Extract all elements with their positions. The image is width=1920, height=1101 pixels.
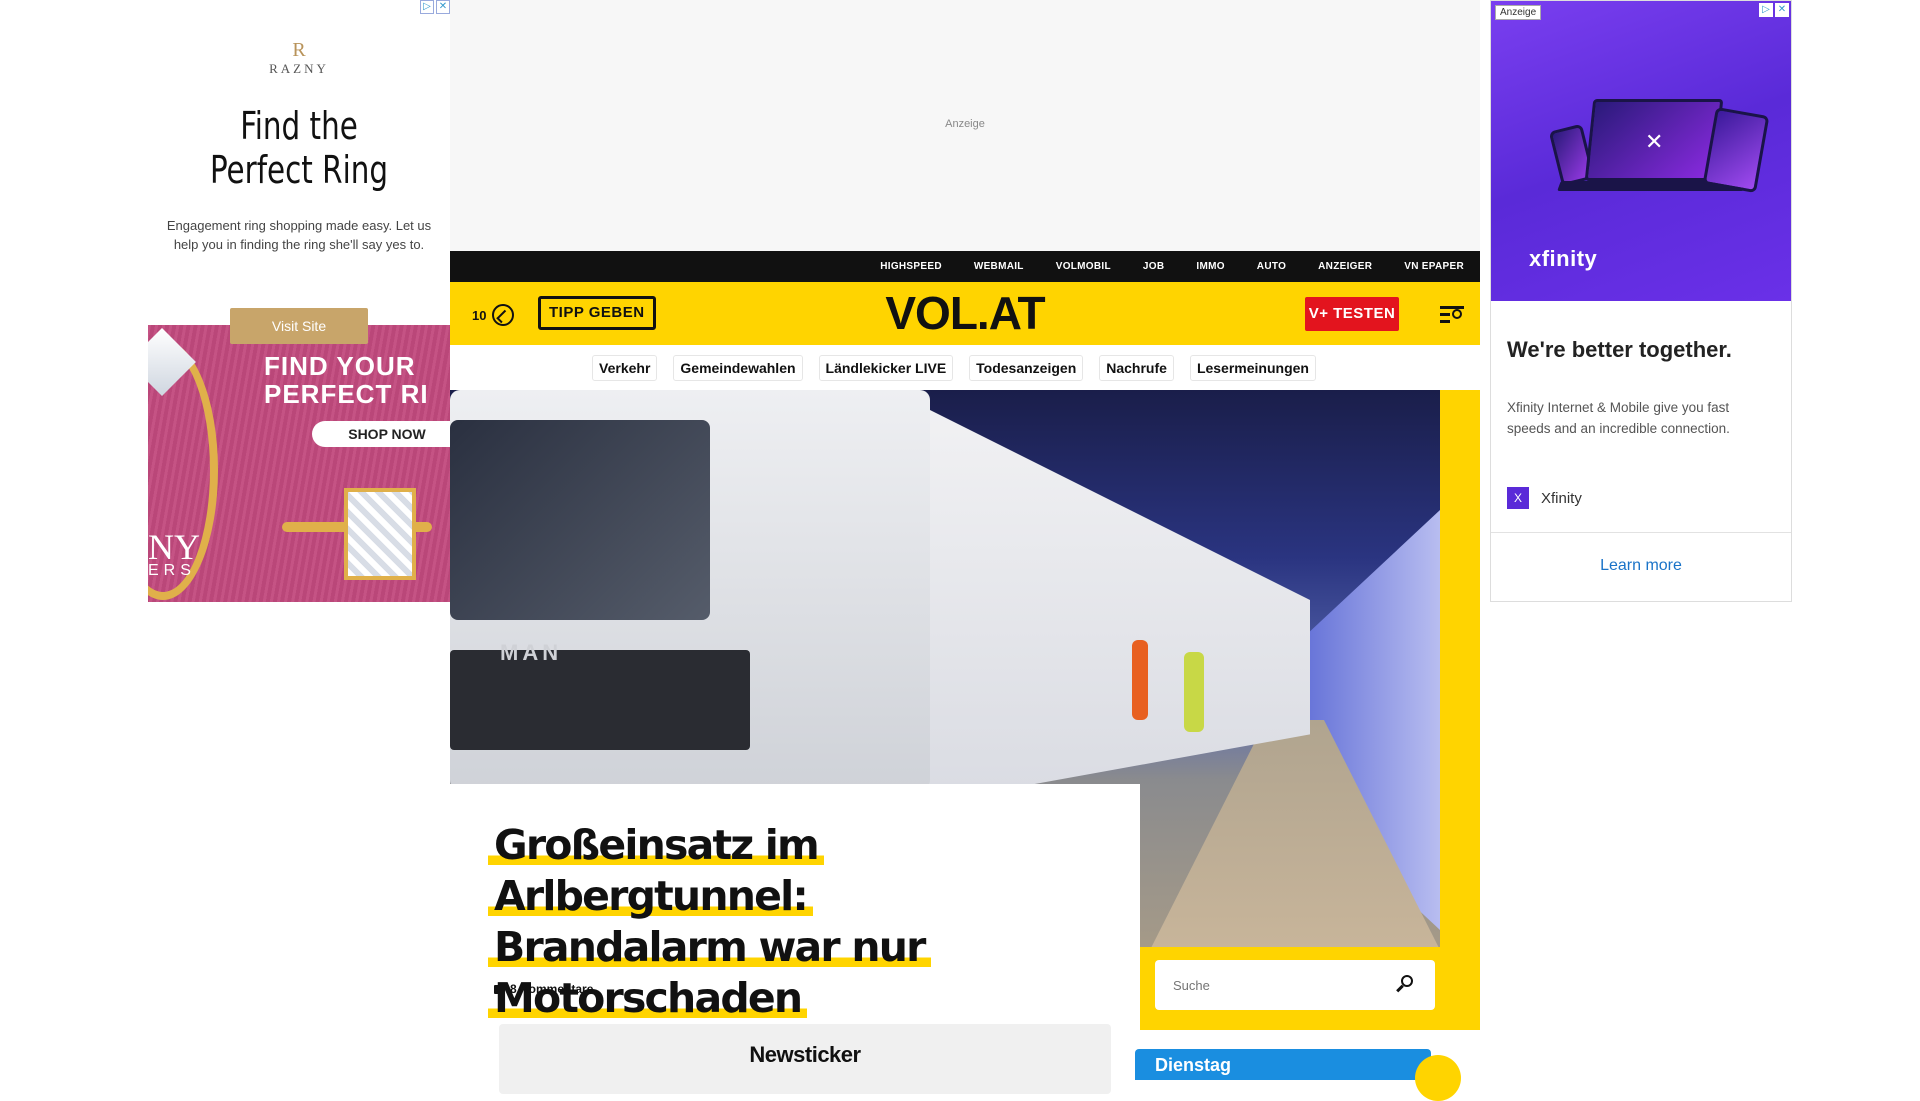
day-label: Dienstag [1155, 1055, 1232, 1075]
search-glyph [1452, 309, 1462, 319]
advertiser-row[interactable]: X Xfinity [1507, 487, 1582, 509]
site-header: 10 TIPP GEBEN VOL.AT V+ TESTEN [450, 282, 1480, 345]
util-link-volmobil[interactable]: VOLMOBIL [1056, 261, 1111, 272]
topic-todesanzeigen[interactable]: Todesanzeigen [969, 354, 1084, 381]
tipp-geben-button[interactable]: TIPP GEBEN [538, 296, 656, 330]
comments-count: 8 Kommentare [510, 982, 594, 996]
ad-choices[interactable]: ▷ ✕ [1759, 3, 1789, 17]
ad-label: Anzeige [945, 118, 985, 130]
close-icon[interactable]: ✕ [436, 0, 450, 14]
topic-nav: Verkehr Gemeindewahlen Ländlekicker LIVE… [450, 345, 1480, 390]
sun-icon [1415, 1055, 1461, 1101]
util-link-highspeed[interactable]: HIGHSPEED [880, 261, 942, 272]
ad-tagline: We're better together. [1507, 337, 1732, 362]
utility-nav: HIGHSPEED WEBMAIL VOLMOBIL JOB IMMO AUTO… [450, 251, 1480, 282]
weather-icon [492, 304, 515, 326]
ad-divider [1491, 532, 1791, 533]
left-ad-banner[interactable]: ▷ ✕ R RAZNY Find the Perfect Ring Engage… [148, 0, 450, 602]
menu-line [1440, 320, 1450, 323]
logo-monogram: R [292, 39, 306, 61]
topic-nachrufe[interactable]: Nachrufe [1099, 354, 1174, 381]
topic-laendlekicker-live[interactable]: Ländlekicker LIVE [818, 354, 954, 381]
adchoices-icon[interactable]: ▷ [420, 0, 434, 14]
title-line-1: Großeinsatz im Arlbergtunnel: [488, 821, 824, 920]
ad-tag: Anzeige [1495, 5, 1542, 20]
weather-widget[interactable]: 10 [472, 304, 515, 326]
topic-verkehr[interactable]: Verkehr [592, 354, 658, 381]
truck-grille [450, 650, 750, 750]
visit-site-button[interactable]: Visit Site [230, 308, 368, 344]
diamond-ring-image [344, 488, 416, 580]
search-icon[interactable] [1395, 975, 1415, 995]
police-figure [1184, 652, 1204, 732]
vplus-testen-button[interactable]: V+ TESTEN [1305, 297, 1399, 331]
newsticker-heading: Newsticker [499, 1024, 1111, 1094]
learn-more-button[interactable]: Learn more [1491, 557, 1791, 575]
search-input[interactable] [1155, 960, 1385, 1010]
comments-link[interactable]: 8 Kommentare [494, 982, 593, 996]
util-link-webmail[interactable]: WEBMAIL [974, 261, 1024, 272]
util-link-auto[interactable]: AUTO [1257, 261, 1286, 272]
topic-lesermeinungen[interactable]: Lesermeinungen [1189, 354, 1316, 381]
comment-icon [494, 984, 505, 994]
ad-headline: Find the Perfect Ring [209, 104, 389, 192]
util-link-immo[interactable]: IMMO [1196, 261, 1224, 272]
topic-gemeindewahlen[interactable]: Gemeindewahlen [673, 354, 803, 381]
ad-description: Engagement ring shopping made easy. Let … [166, 218, 432, 252]
shop-now-button[interactable]: SHOP NOW [312, 421, 450, 447]
ad-banner-text: FIND YOUR PERFECT RI [264, 351, 429, 409]
adchoices-icon[interactable]: ▷ [1759, 3, 1773, 17]
article-headline-card: Großeinsatz im Arlbergtunnel: Brandalarm… [450, 784, 1140, 1094]
search-icon-handle [1396, 984, 1404, 993]
temperature-value: 10 [472, 307, 487, 323]
ad-choices[interactable]: ▷ ✕ [420, 0, 450, 14]
ad-hero-image[interactable]: ✕ xfinity [1491, 1, 1791, 301]
search-box [1155, 960, 1435, 1010]
truck-brand-text: MAN [500, 640, 563, 665]
menu-line [1440, 306, 1464, 309]
advertiser-logo-icon: X [1507, 487, 1529, 509]
x-logo-icon: ✕ [1645, 129, 1664, 154]
menu-search-icon[interactable] [1440, 304, 1464, 324]
firefighter-figure [1132, 640, 1148, 720]
util-link-anzeiger[interactable]: ANZEIGER [1318, 261, 1372, 272]
title-line-2: Brandalarm war nur [488, 923, 931, 971]
truck-windshield [450, 420, 710, 620]
logo-brand-name: RAZNY [269, 61, 329, 76]
right-ad-banner[interactable]: ✕ xfinity Anzeige ▷ ✕ We're better toget… [1490, 0, 1792, 602]
top-ad-slot[interactable]: Anzeige [450, 0, 1480, 251]
truck-cab: MAN [450, 390, 930, 790]
ad-brand-logo: xfinity [1529, 246, 1598, 271]
ad-corner-text-2: ERS [148, 562, 196, 579]
weather-day-card[interactable]: Dienstag [1135, 1049, 1461, 1101]
util-link-job[interactable]: JOB [1143, 261, 1164, 272]
ad-body: Xfinity Internet & Mobile give you fast … [1507, 400, 1730, 436]
util-link-vn-epaper[interactable]: VN EPAPER [1404, 261, 1464, 272]
menu-line [1440, 313, 1450, 316]
close-icon[interactable]: ✕ [1775, 3, 1789, 17]
advertiser-name: Xfinity [1541, 489, 1582, 507]
advertiser-logo: R RAZNY [148, 40, 450, 78]
